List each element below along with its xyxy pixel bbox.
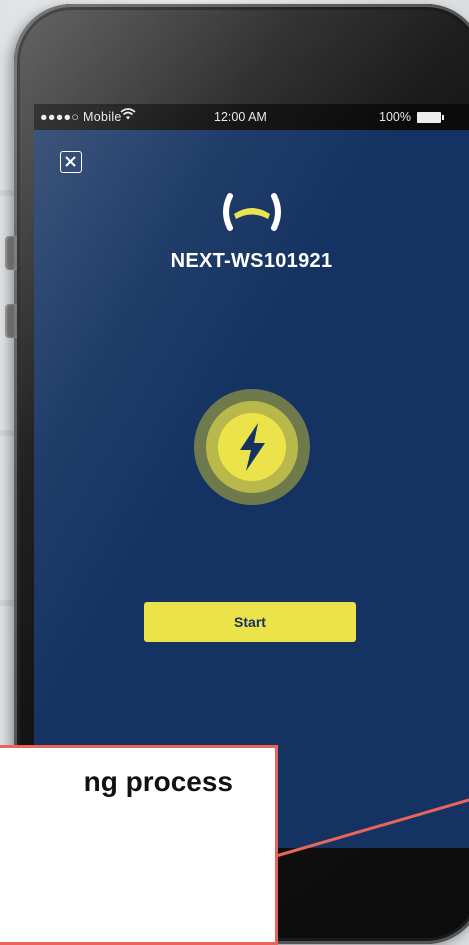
close-button[interactable] <box>60 151 82 173</box>
callout-text: ng process <box>83 766 233 797</box>
close-icon <box>65 156 76 167</box>
status-bar: ●●●●○ Mobile 12:00 AM 100% <box>34 104 469 130</box>
device-name: NEXT-WS101921 <box>170 250 333 272</box>
status-time: 12:00 AM <box>214 110 267 124</box>
phone-volume-down-button <box>5 304 17 338</box>
wifi-icon <box>120 107 136 124</box>
charge-status-indicator <box>194 389 310 505</box>
carrier-signal: ●●●●○ Mobile <box>40 110 122 124</box>
start-button[interactable]: Start <box>144 602 356 642</box>
battery-icon <box>417 112 444 123</box>
brand-logo-icon <box>223 193 281 231</box>
annotation-callout: ng process <box>0 745 278 945</box>
phone-screen: ●●●●○ Mobile 12:00 AM 100% NEXT-WS101921… <box>34 104 469 848</box>
phone-volume-up-button <box>5 236 17 270</box>
battery-percentage: 100% <box>379 110 411 124</box>
